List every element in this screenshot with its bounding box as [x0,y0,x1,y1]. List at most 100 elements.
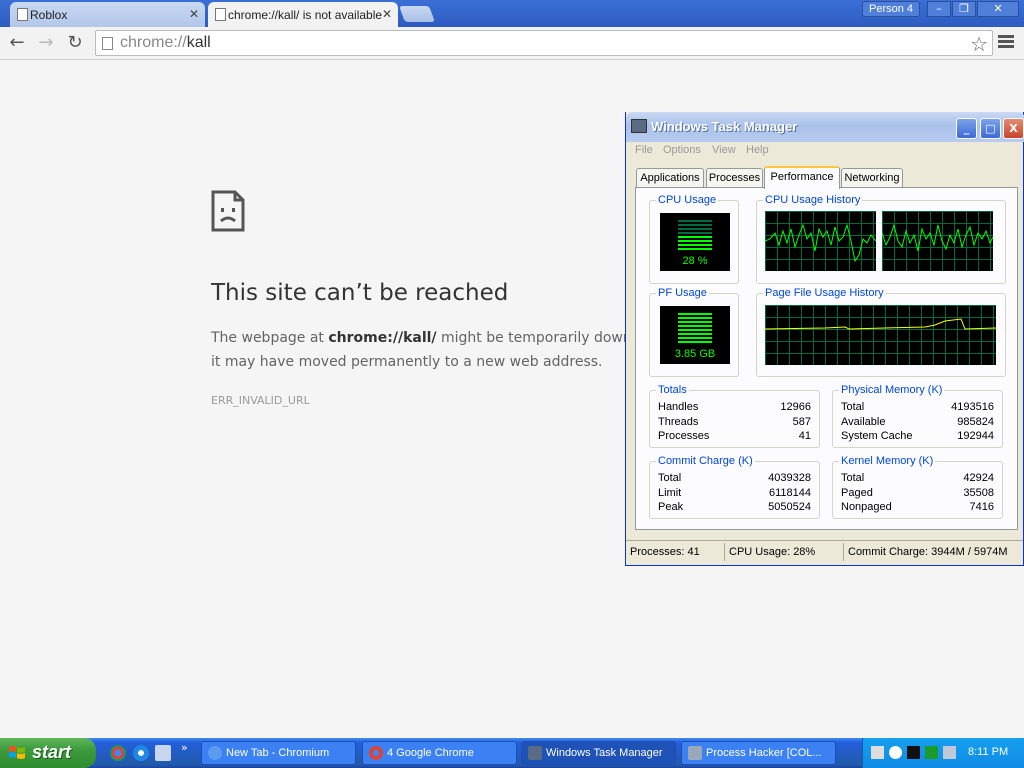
cpu-usage-meter: 28 % [660,213,730,271]
taskbar-item-process-hacker[interactable]: Process Hacker [COL... [681,741,836,765]
group-label: CPU Usage [656,194,719,206]
forward-button[interactable]: → [35,31,57,55]
stat-key: Nonpaged [841,501,892,513]
stat-key: Total [658,472,682,484]
close-button[interactable]: X [1003,118,1024,139]
address-text[interactable]: chrome://kall [120,34,211,52]
cpu-meter-bars [678,220,712,250]
chrome-quicklaunch-icon[interactable] [110,745,126,761]
pf-meter-bars [678,313,712,343]
status-bar: Processes: 41 CPU Usage: 28% Commit Char… [626,540,1023,564]
cpu-usage-value: 28 % [682,255,708,267]
menu-options[interactable]: Options [663,144,701,156]
stat-value: 42924 [963,472,994,484]
task-manager-icon [528,746,542,760]
task-label: 4 Google Chrome [387,747,474,759]
browser-toolbar: ← → ↻ chrome://kall ☆ [0,27,1024,60]
stat-value: 7416 [969,501,994,513]
error-url: chrome://kall/ [328,330,437,346]
taskbar-item-task-manager[interactable]: Windows Task Manager [521,741,676,765]
sad-page-icon [211,190,245,232]
error-message: The webpage at chrome://kall/ might be t… [211,326,651,374]
stat-value: 587 [792,416,811,428]
menu-bar: File Options View Help [626,142,1024,160]
restore-button[interactable]: ❐ [952,1,976,17]
ie-quicklaunch-icon[interactable] [133,745,149,761]
quicklaunch-more-icon[interactable]: » [181,741,188,754]
stat-row: Handles 12966 [658,401,811,416]
cpu-tray-icon[interactable] [925,746,938,759]
pf-usage-meter: 3.85 GB [660,306,730,364]
stat-key: Total [841,401,865,413]
taskbar-item-chromium[interactable]: New Tab - Chromium [201,741,356,765]
minimize-button[interactable]: – [927,1,951,17]
stat-key: Peak [658,501,684,513]
tab-roblox[interactable]: Roblox ✕ [10,2,205,27]
reload-button[interactable]: ↻ [64,31,86,55]
clock[interactable]: 8:11 PM [968,746,1008,758]
show-hidden-icons-icon[interactable] [889,746,902,759]
stat-value: 985824 [957,416,994,428]
taskbar-item-chrome[interactable]: 4 Google Chrome [362,741,517,765]
commit-charge-group: Commit Charge (K) Total 4039328 Limit 6118… [649,455,820,519]
group-label: Commit Charge (K) [656,455,755,467]
stat-row: Peak 5050524 [658,501,811,516]
process-hacker-icon [688,746,702,760]
task-label: Windows Task Manager [546,747,663,759]
menu-help[interactable]: Help [746,144,769,156]
stat-key: System Cache [841,430,913,442]
back-button[interactable]: ← [6,31,28,55]
new-tab-button[interactable] [399,6,435,22]
stat-value: 4039328 [768,472,811,484]
stat-row: Limit 6118144 [658,487,811,502]
task-manager-titlebar[interactable]: Windows Task Manager _ □ X [626,112,1024,142]
status-processes: Processes: 41 [630,546,700,558]
group-label: Physical Memory (K) [839,384,945,396]
menu-icon[interactable] [998,33,1014,53]
tab-processes[interactable]: Processes [706,168,763,188]
process-hacker-tray-icon[interactable] [907,746,920,759]
tab-error-page[interactable]: chrome://kall/ is not available ✕ [208,2,398,27]
maximize-button[interactable]: □ [980,118,1001,139]
profile-button[interactable]: Person 4 [862,1,920,17]
tab-close-icon[interactable]: ✕ [382,7,392,21]
minimize-button[interactable]: _ [956,118,977,139]
start-label: start [32,742,72,762]
windows-logo-icon [9,746,25,759]
menu-view[interactable]: View [712,144,736,156]
page-icon [102,37,113,50]
totals-group: Totals Handles 12966 Threads 587 Processes… [649,384,820,448]
pf-usage-value: 3.85 GB [674,348,716,360]
stat-value: 35508 [963,487,994,499]
start-button[interactable]: start [0,738,96,768]
window-title: Windows Task Manager [651,119,798,134]
status-commit: Commit Charge: 3944M / 5974M [848,546,1008,558]
group-label: CPU Usage History [763,194,863,206]
tab-performance[interactable]: Performance [764,166,840,189]
stat-row: Total 4039328 [658,472,811,487]
tab-networking[interactable]: Networking [841,168,903,188]
url-host: kall [186,34,211,51]
cpu-history-graph-1 [765,211,876,271]
address-bar[interactable]: chrome://kall ☆ [95,30,993,56]
stat-value: 12966 [780,401,811,413]
network-icon[interactable] [943,746,956,759]
tab-close-icon[interactable]: ✕ [189,7,199,21]
stat-row: Paged 35508 [841,487,994,502]
cpu-usage-group: CPU Usage 28 % [649,194,739,284]
group-label: Page File Usage History [763,287,886,299]
task-manager-window: Windows Task Manager _ □ X File Options … [625,112,1024,566]
stat-row: Available 985824 [841,416,994,431]
menu-file[interactable]: File [635,144,653,156]
close-button[interactable]: ✕ [977,1,1019,17]
chrome-icon [369,746,383,760]
bookmark-star-icon[interactable]: ☆ [970,32,988,56]
tab-applications[interactable]: Applications [636,168,704,188]
url-scheme: chrome:// [120,34,187,51]
tab-strip: Roblox ✕ chrome://kall/ is not available… [0,0,1024,27]
pf-history-group: Page File Usage History [756,287,1006,377]
keyboard-icon[interactable] [871,746,884,759]
virtualbox-quicklaunch-icon[interactable] [155,745,171,761]
stat-key: Handles [658,401,699,413]
stat-row: Threads 587 [658,416,811,431]
